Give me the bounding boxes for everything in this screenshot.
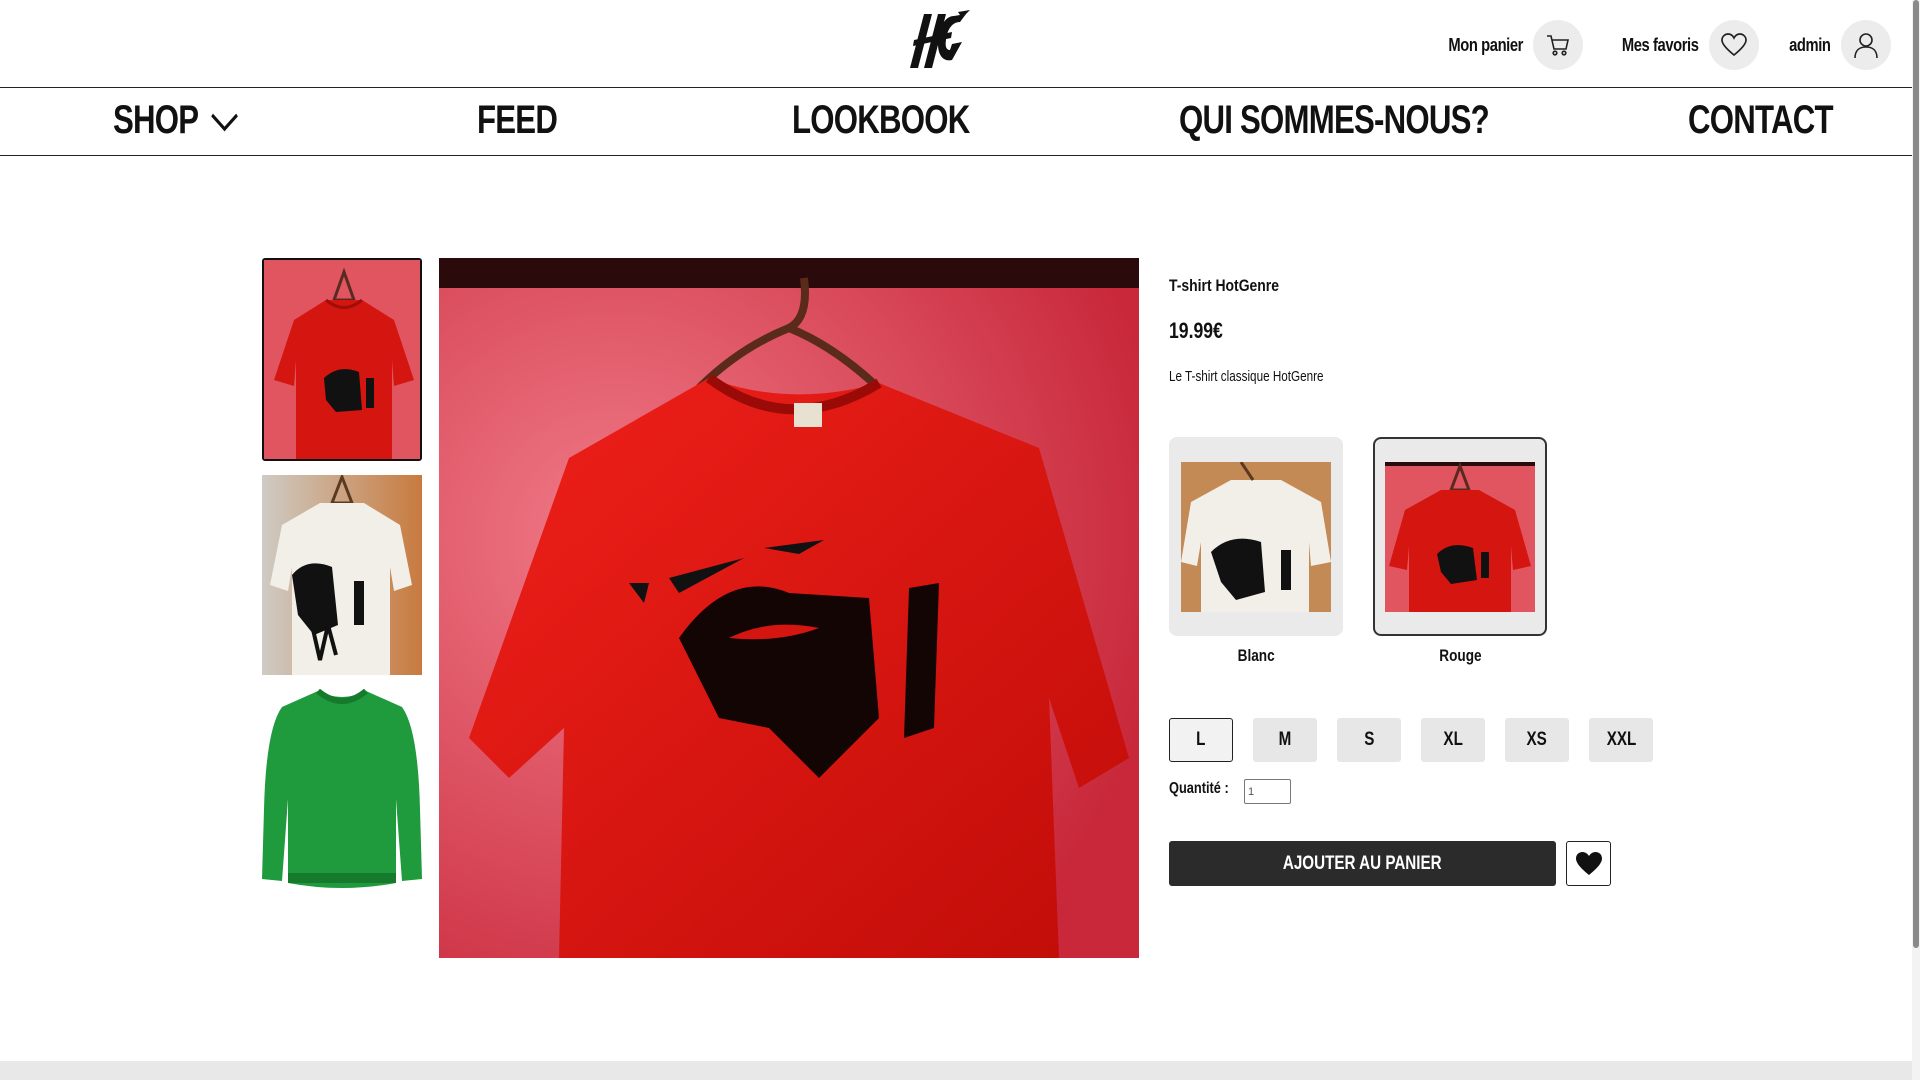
color-option-rouge[interactable] xyxy=(1373,437,1547,636)
nav-item-about[interactable]: QUI SOMMES-NOUS? xyxy=(1179,98,1490,143)
color-option-blanc[interactable] xyxy=(1169,437,1343,636)
logo[interactable] xyxy=(904,10,974,72)
heart-icon[interactable] xyxy=(1708,20,1759,70)
quantity-label: Quantité : xyxy=(1169,780,1229,797)
favorites-link[interactable]: Mes favoris xyxy=(1605,20,1759,70)
thumbnail-white-tshirt[interactable] xyxy=(262,475,422,675)
scrollbar-thumb[interactable] xyxy=(1913,0,1919,948)
green-sweater-image xyxy=(262,689,422,889)
product-description: Le T-shirt classique HotGenre xyxy=(1169,368,1324,385)
size-option-xl[interactable]: XL xyxy=(1421,718,1485,762)
cart-label: Mon panier xyxy=(1448,34,1524,55)
cart-link[interactable]: Mon panier xyxy=(1432,20,1584,70)
user-icon[interactable] xyxy=(1840,20,1891,70)
white-tshirt-image xyxy=(262,475,422,675)
size-option-s[interactable]: S xyxy=(1337,718,1401,762)
add-to-cart-button[interactable]: AJOUTER AU PANIER xyxy=(1169,841,1556,886)
main-product-image xyxy=(439,258,1139,958)
add-to-favorites-button[interactable] xyxy=(1566,841,1611,886)
account-link[interactable]: admin xyxy=(1780,20,1891,70)
red-tshirt-swatch xyxy=(1385,461,1535,612)
size-option-m[interactable]: M xyxy=(1253,718,1317,762)
heart-filled-icon xyxy=(1575,851,1602,875)
nav-item-contact[interactable]: CONTACT xyxy=(1688,98,1834,143)
nav-item-shop[interactable]: SHOP xyxy=(113,98,240,143)
scrollbar[interactable] xyxy=(1912,0,1920,1080)
cart-icon[interactable] xyxy=(1533,20,1584,70)
quantity-input[interactable] xyxy=(1244,779,1291,804)
size-option-xxl[interactable]: XXL xyxy=(1589,718,1653,762)
nav-item-feed[interactable]: FEED xyxy=(477,98,558,143)
size-option-xs[interactable]: XS xyxy=(1505,718,1569,762)
color-label-blanc: Blanc xyxy=(1237,646,1275,665)
main-nav: SHOP FEED LOOKBOOK QUI SOMMES-NOUS? CONT… xyxy=(0,88,1912,156)
nav-item-shop-label: SHOP xyxy=(113,98,199,142)
red-tshirt-image xyxy=(264,260,420,459)
footer-strip xyxy=(0,1061,1912,1080)
thumbnail-red-tshirt[interactable] xyxy=(262,258,422,461)
size-option-l[interactable]: L xyxy=(1169,718,1233,762)
product-price: 19.99€ xyxy=(1169,318,1223,343)
product-name: T-shirt HotGenre xyxy=(1169,276,1279,295)
user-label: admin xyxy=(1789,34,1831,55)
top-bar: Mon panier Mes favoris admin xyxy=(0,0,1912,88)
white-tshirt-swatch xyxy=(1181,461,1331,612)
favorites-label: Mes favoris xyxy=(1621,34,1699,55)
color-label-rouge: Rouge xyxy=(1438,646,1482,665)
chevron-down-icon xyxy=(210,114,238,132)
thumbnail-green-sweater[interactable] xyxy=(262,689,422,889)
nav-item-lookbook[interactable]: LOOKBOOK xyxy=(792,98,970,143)
